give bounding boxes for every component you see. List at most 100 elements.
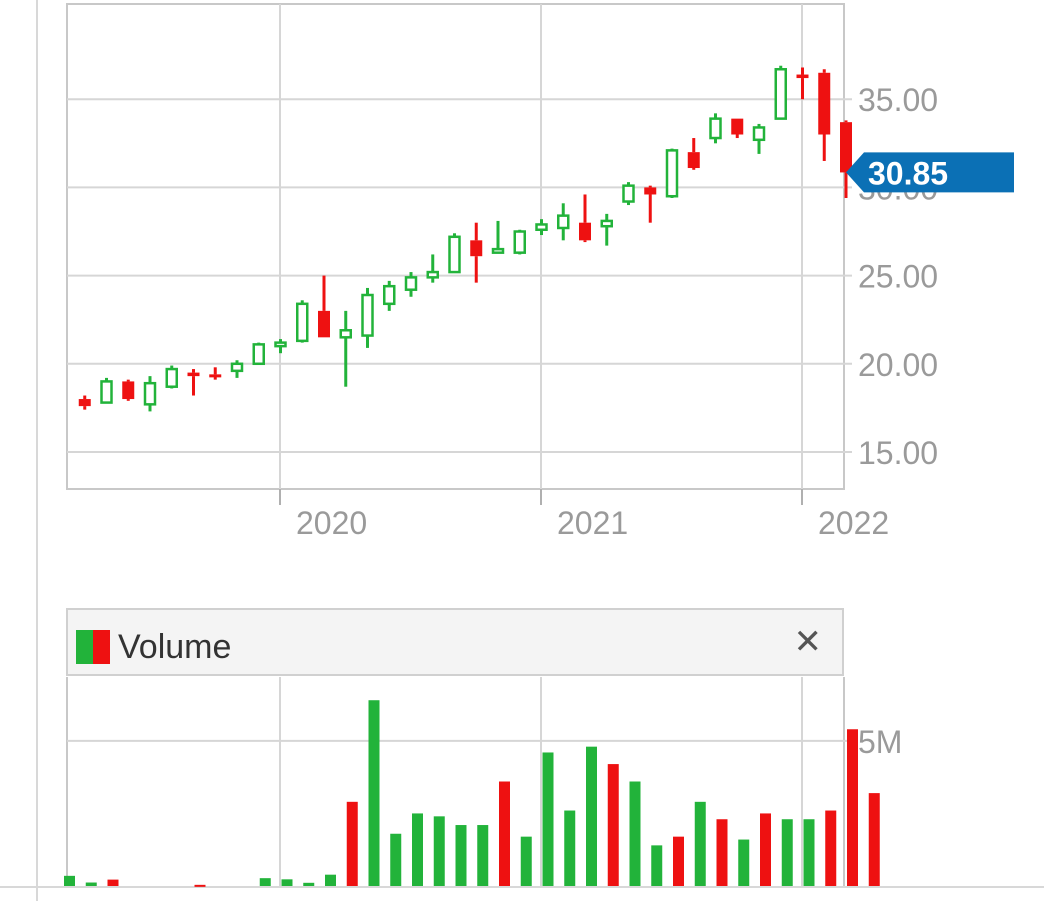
volume-panel-title: Volume: [118, 628, 232, 666]
close-icon[interactable]: ✕: [794, 622, 823, 662]
candle-body-up: [600, 219, 613, 228]
candle-body-down: [644, 187, 657, 195]
volume-bar: [781, 819, 793, 886]
last-price-tag: 30.85: [846, 152, 1014, 193]
candle-body-down: [840, 122, 852, 173]
candle: [513, 229, 526, 255]
candle: [774, 65, 787, 120]
volume-bar: [629, 781, 641, 886]
volume-bar: [760, 813, 771, 886]
bottom-divider: [0, 886, 1044, 888]
candle-body-up: [361, 293, 374, 337]
candle-body-up: [143, 381, 157, 406]
volume-bar: [499, 781, 510, 886]
volume-bar: [673, 836, 684, 886]
candle-body-up: [383, 284, 396, 306]
candle: [274, 339, 287, 354]
candle-body-up: [665, 149, 679, 198]
volume-bar: [433, 816, 445, 886]
y-tick-label: 35.00: [858, 82, 938, 118]
candle: [557, 203, 570, 241]
volume-bar: [412, 813, 423, 886]
candle-body-up: [296, 302, 309, 343]
volume-bar: [368, 700, 380, 886]
volume-axis-labels: 5M: [858, 724, 902, 760]
candle-body-down: [187, 372, 200, 377]
volume-bar: [651, 845, 663, 886]
candle-body-up: [535, 223, 548, 231]
candle: [318, 275, 330, 338]
volume-bars: [64, 700, 880, 887]
candle: [296, 300, 309, 343]
volume-legend-swatch-icon: [76, 630, 110, 664]
candle: [622, 182, 635, 206]
x-tick-label: 2022: [818, 505, 889, 541]
volume-bar: [607, 764, 619, 886]
volume-bar: [586, 746, 597, 886]
candle: [165, 365, 178, 389]
candle-body-down: [318, 310, 330, 338]
candle: [78, 395, 91, 410]
volume-bar: [847, 729, 858, 886]
volume-bar: [281, 879, 293, 886]
candle-body-up: [752, 126, 766, 142]
candle-body-up: [774, 68, 787, 120]
candle-body-down: [796, 74, 809, 79]
candle: [209, 367, 222, 380]
candle-body-up: [513, 230, 526, 254]
price-candles: [78, 65, 852, 412]
candle-body-down: [470, 240, 483, 257]
candle-body-down: [579, 222, 591, 241]
candle-body-up: [100, 380, 113, 404]
candle: [491, 220, 505, 254]
y-tick-label: 15.00: [858, 435, 938, 471]
y-tick-label: 20.00: [858, 347, 938, 383]
candle: [731, 118, 744, 139]
candle-body-down: [209, 374, 222, 378]
volume-bar: [477, 825, 489, 886]
candle: [579, 194, 591, 243]
candle-body-down: [687, 152, 700, 169]
candle: [122, 379, 135, 401]
candle: [818, 69, 831, 161]
candle: [665, 148, 679, 198]
volume-bar: [64, 875, 75, 886]
volume-bar: [825, 810, 837, 886]
candle-body-down: [818, 72, 831, 135]
candle-body-up: [252, 343, 265, 366]
candle: [644, 185, 657, 223]
volume-panel-header: Volume ✕: [66, 608, 844, 676]
volume-bar: [564, 810, 576, 886]
candle-body-up: [274, 341, 287, 348]
candle: [535, 219, 548, 236]
volume-bar: [259, 878, 271, 886]
x-tick-label: 2020: [296, 505, 367, 541]
candle: [470, 222, 483, 283]
y-tick-label: 25.00: [858, 259, 938, 295]
candle: [752, 123, 766, 154]
volume-bar: [542, 752, 554, 886]
candle: [796, 67, 809, 100]
volume-bar: [868, 793, 880, 886]
candle-body-up: [709, 117, 722, 140]
volume-bar: [346, 801, 358, 886]
candle: [361, 287, 374, 348]
candle: [383, 280, 396, 311]
volume-y-tick-label: 5M: [858, 724, 902, 760]
candle: [840, 120, 852, 198]
candle: [187, 369, 200, 396]
candle-body-up: [448, 235, 461, 274]
volume-bar: [803, 819, 815, 886]
last-price-label: 30.85: [868, 155, 948, 191]
candle-body-up: [165, 367, 178, 388]
volume-gridlines: [66, 677, 852, 886]
volume-bar: [716, 819, 728, 886]
candle-body-down: [78, 399, 91, 407]
volume-bar: [520, 836, 532, 886]
candle-body-up: [426, 270, 439, 279]
candle: [339, 310, 352, 387]
price-chart: 15.0020.0025.0030.0035.00202020212022 30…: [66, 3, 1014, 541]
candle-body-up: [557, 214, 570, 230]
candle-body-up: [622, 184, 635, 203]
candle: [600, 213, 613, 246]
